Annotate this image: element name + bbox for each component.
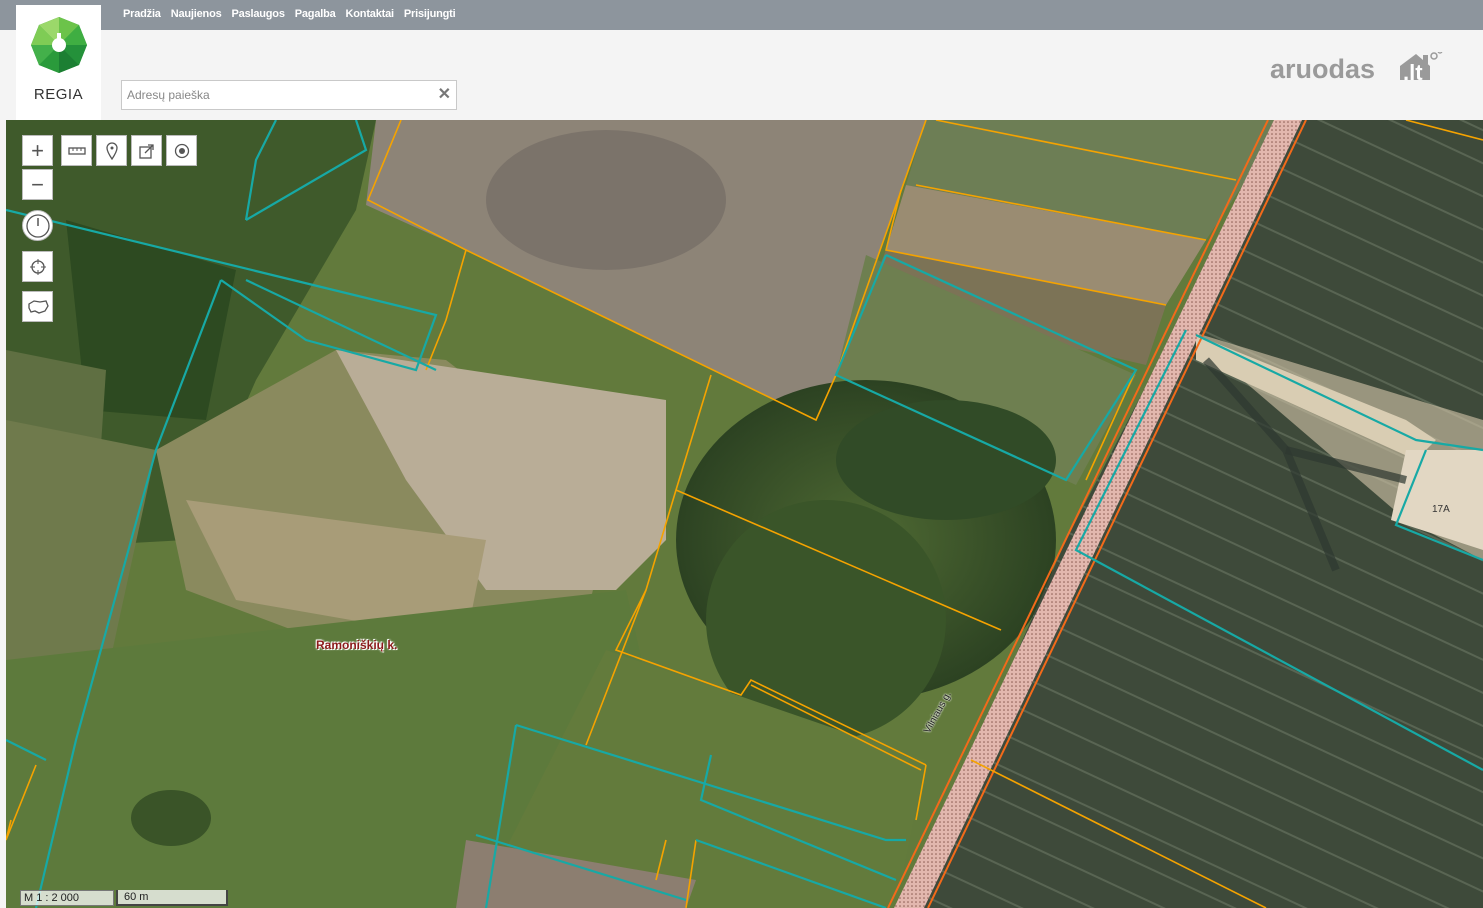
svg-text:aruodas: aruodas bbox=[1270, 54, 1375, 84]
plus-icon: + bbox=[31, 137, 44, 163]
regia-logo-text: REGIA bbox=[33, 86, 84, 103]
ruler-icon bbox=[67, 146, 86, 155]
country-outline-icon bbox=[27, 299, 49, 314]
locate-button[interactable] bbox=[166, 135, 197, 166]
nav-login[interactable]: Prisijungti bbox=[404, 8, 456, 20]
address-search: ✕ bbox=[121, 80, 457, 110]
crosshair-button[interactable] bbox=[22, 251, 53, 282]
zoom-out-button[interactable]: − bbox=[22, 169, 53, 200]
nav-services[interactable]: Paslaugos bbox=[232, 8, 285, 20]
main-nav: Pradžia Naujienos Paslaugos Pagalba Kont… bbox=[123, 8, 456, 20]
share-icon bbox=[138, 143, 154, 159]
top-navigation-bar: Pradžia Naujienos Paslaugos Pagalba Kont… bbox=[0, 0, 1483, 30]
lithuania-extent-button[interactable] bbox=[22, 291, 53, 322]
scale-ratio: M 1 : 2 000 bbox=[20, 890, 114, 906]
svg-text:.lt: .lt bbox=[1403, 60, 1423, 85]
close-icon[interactable]: ✕ bbox=[438, 86, 451, 104]
parcel-number-label: 17A bbox=[1432, 504, 1450, 515]
nav-news[interactable]: Naujienos bbox=[171, 8, 222, 20]
address-search-input[interactable] bbox=[122, 81, 432, 109]
crosshair-icon bbox=[29, 258, 46, 275]
target-dot-icon bbox=[174, 143, 189, 158]
nav-home[interactable]: Pradžia bbox=[123, 8, 161, 20]
marker-button[interactable] bbox=[96, 135, 127, 166]
orthophoto-map[interactable] bbox=[6, 120, 1483, 908]
regia-logo-icon bbox=[31, 17, 87, 73]
scale-bar: 60 m bbox=[116, 890, 228, 906]
aruodas-logo[interactable]: aruodas .lt bbox=[1268, 48, 1458, 97]
regia-logo[interactable]: REGIA bbox=[16, 5, 101, 120]
history-button[interactable] bbox=[22, 210, 53, 241]
measure-button[interactable] bbox=[61, 135, 92, 166]
zoom-in-button[interactable]: + bbox=[22, 135, 53, 166]
header: ✕ aruodas .lt bbox=[0, 30, 1483, 120]
minus-icon: − bbox=[31, 171, 44, 197]
clock-icon bbox=[25, 213, 50, 238]
nav-help[interactable]: Pagalba bbox=[295, 8, 336, 20]
map-canvas[interactable]: + − Ramoniškių k. Vilniaus g. 17A M 1: … bbox=[6, 120, 1483, 908]
village-label: Ramoniškių k. bbox=[316, 638, 398, 652]
nav-contacts[interactable]: Kontaktai bbox=[346, 8, 395, 20]
share-button[interactable] bbox=[131, 135, 162, 166]
pin-icon bbox=[105, 141, 118, 160]
